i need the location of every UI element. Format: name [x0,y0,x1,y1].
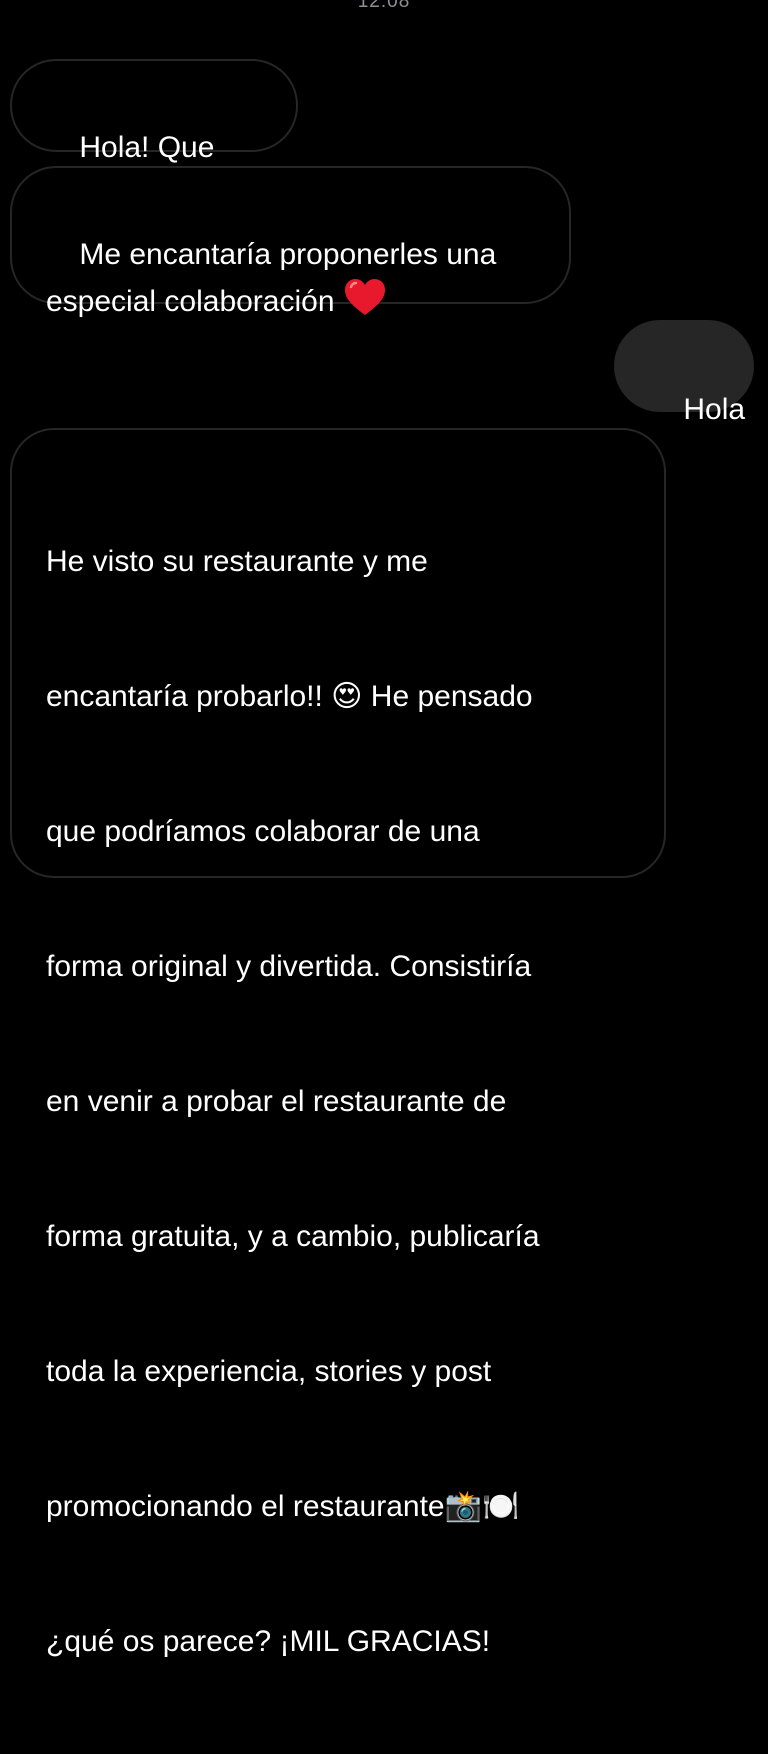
incoming-message-bubble[interactable]: Me encantaría proponerles una especial c… [10,166,571,318]
message-line: He visto su restaurante y me [46,545,428,578]
incoming-message-bubble[interactable]: He visto su restaurante y me encantaría … [10,428,666,1658]
message-text: Hola [683,393,746,426]
message-line: encantaría probarlo!! 😍 He pensado [46,680,533,713]
message-line: forma original y divertida. Consistiría [46,950,532,983]
message-line: forma gratuita, y a cambio, publicaría [46,1220,540,1253]
incoming-message-bubble[interactable]: Hola! Que tal? [10,59,298,209]
message-text: Me encantaría proponerles una especial c… [46,238,497,318]
message-line: que podríamos colaborar de una [46,815,480,848]
message-line: en venir a probar el restaurante de [46,1085,507,1118]
message-line: promocionando el restaurante📸🍽️ [46,1490,520,1523]
message-line: ¿qué os parece? ¡MIL GRACIAS! [46,1625,491,1658]
message-timestamp: 12:08 [357,0,411,12]
message-line: toda la experiencia, stories y post [46,1355,492,1388]
outgoing-message-bubble[interactable]: Hola [614,320,754,426]
red-heart-icon [343,277,387,330]
